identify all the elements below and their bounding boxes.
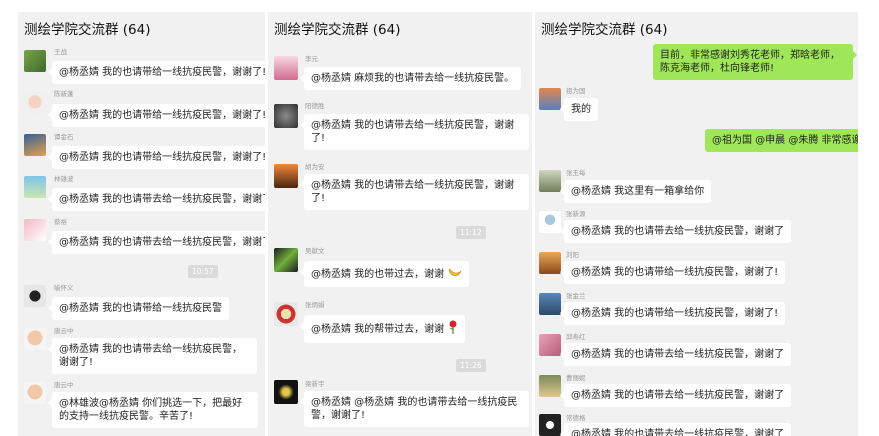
chat-panel-3: 测绘学院交流群 (64) 目前，非常感谢刘秀花老师，郑晗老师，陈克海老师，杜向锋… [535,12,858,436]
sender-name: 张玉每 [566,169,586,177]
sender-name: 蔡裕 [54,218,67,226]
sender-name: 常德格 [566,414,586,422]
message-bubble[interactable]: @林雄波@杨丞婧 你们挑选一下，把最好的支持一线抗疫民警。辛苦了! [48,392,258,428]
message-bubble[interactable]: @杨丞婧 我的也请带去给一线抗疫民警，谢谢了 [47,231,265,254]
rose-emoji-icon [448,320,458,338]
avatar[interactable] [24,219,46,241]
timestamp: 11:12 [456,226,486,239]
avatar[interactable] [24,50,46,72]
sender-name: 张新源 [566,210,586,218]
avatar[interactable] [539,334,561,356]
sender-name: 陈新蓬 [54,90,74,98]
avatar[interactable] [274,380,298,404]
sender-name: 王战 [54,48,67,56]
banana-emoji-icon [448,266,462,282]
sender-name: 谭金石 [54,133,74,141]
chat-panel-2: 测绘学院交流群 (64) 李元 @杨丞婧 麻烦我的也请带去给一线抗疫民警。 阳德… [268,12,532,436]
sender-name: 张金兰 [566,292,586,300]
sender-name: 李元 [305,55,318,63]
message-text: @杨丞婧 我的也带过去，谢谢 [311,269,445,280]
chat-panel-1: 测绘学院交流群 (64) 王战 @杨丞婧 我的也请带给一线抗疫民警，谢谢了! 陈… [18,12,265,436]
avatar[interactable] [274,56,298,80]
avatar[interactable] [539,293,561,315]
avatar[interactable] [24,92,46,114]
message-bubble[interactable]: @杨丞婧 我的也请带给一线抗疫民警，谢谢了! [47,146,265,169]
message-bubble[interactable]: @杨丞婧 我的也请带去给一线抗疫民警，谢谢了 [559,343,792,366]
chat-title: 测绘学院交流群 (64) [541,22,668,38]
message-bubble[interactable]: @杨丞婧 我的也带过去，谢谢 [299,261,470,287]
message-bubble[interactable]: @杨丞婧 我的也请带给一线抗疫民警，谢谢了! [559,302,786,325]
message-bubble[interactable]: @杨丞婧 我的也请带去给一线抗疫民警，谢谢了 [559,384,792,407]
sent-message-bubble[interactable]: @祖为国 @申晨 @朱腾 非常感谢! [705,129,858,152]
avatar[interactable] [274,164,298,188]
message-bubble[interactable]: @杨丞婧 我的也请带给一线抗疫民警 [47,297,230,320]
message-bubble[interactable]: @杨丞婧 我的也请带给一线抗疫民警，谢谢了! [47,61,265,84]
sender-name: 张炳娟 [305,301,325,309]
timestamp: 11:26 [456,359,486,372]
sender-name: 吴献文 [305,247,325,255]
avatar[interactable] [274,248,298,272]
avatar[interactable] [24,382,46,404]
avatar[interactable] [24,134,46,156]
message-bubble[interactable]: @杨丞婧 我的帮带过去，谢谢 [299,315,466,343]
sender-name: 唐云中 [54,327,74,335]
sender-name: 林雄波 [54,175,74,183]
avatar[interactable] [274,302,298,326]
chat-title: 测绘学院交流群 (64) [274,22,401,38]
avatar[interactable] [24,328,46,350]
avatar[interactable] [24,285,46,307]
message-bubble[interactable]: @杨丞婧 我的也请带去给一线抗疫民警，谢谢了 [559,220,792,243]
sender-name: 唐云中 [54,381,74,389]
avatar[interactable] [274,104,298,128]
sender-name: 刘阳 [566,251,579,259]
sent-message-bubble[interactable]: 目前，非常感谢刘秀花老师，郑晗老师，陈克海老师，杜向锋老师! [653,44,857,80]
chat-title: 测绘学院交流群 (64) [24,22,151,38]
avatar[interactable] [24,176,46,198]
sender-name: 祖为国 [566,87,586,95]
avatar[interactable] [539,414,561,436]
sender-name: 胡为安 [305,163,325,171]
message-bubble[interactable]: @杨丞婧 我的也请带去给一线抗疫民警，谢谢了! [48,338,257,374]
message-bubble[interactable]: 我的 [560,98,598,121]
message-bubble[interactable]: @杨丞婧 @杨丞婧 我的也请带去给一线抗疫民警，谢谢了! [300,391,529,427]
message-bubble[interactable]: @杨丞婧 我的也请带给一线抗疫民警，谢谢了! [559,261,786,284]
timestamp: 10:57 [188,265,218,278]
sender-name: 梁新宇 [305,380,325,388]
sender-name: 曹丽妮 [566,374,586,382]
message-bubble[interactable]: @杨丞婧 我的也请带去给一线抗疫民警，谢谢了 [47,188,265,211]
avatar[interactable] [539,211,561,233]
sender-name: 阳德胜 [305,102,325,110]
message-bubble[interactable]: @杨丞婧 我的也请带给一线抗疫民警，谢谢了! [47,104,265,127]
message-bubble[interactable]: @杨丞婧 我的也请带去给一线抗疫民警，谢谢了! [300,174,529,210]
message-text: @杨丞婧 我的帮带过去，谢谢 [311,324,445,335]
message-bubble[interactable]: @杨丞婧 我的也请带去给一线抗疫民警，谢谢了! [300,114,529,150]
avatar[interactable] [539,170,561,192]
message-bubble[interactable]: @杨丞婧 我的也请带去给一线抗疫民警，谢谢了 [559,423,792,436]
sender-name: 喻怀义 [54,284,74,292]
avatar[interactable] [539,88,561,110]
sender-name: 邱寿红 [566,333,586,341]
message-bubble[interactable]: @杨丞婧 麻烦我的也请带去给一线抗疫民警。 [299,67,522,90]
avatar[interactable] [539,375,561,397]
message-bubble[interactable]: @杨丞婧 我这里有一箱拿给你 [559,180,712,203]
avatar[interactable] [539,252,561,274]
